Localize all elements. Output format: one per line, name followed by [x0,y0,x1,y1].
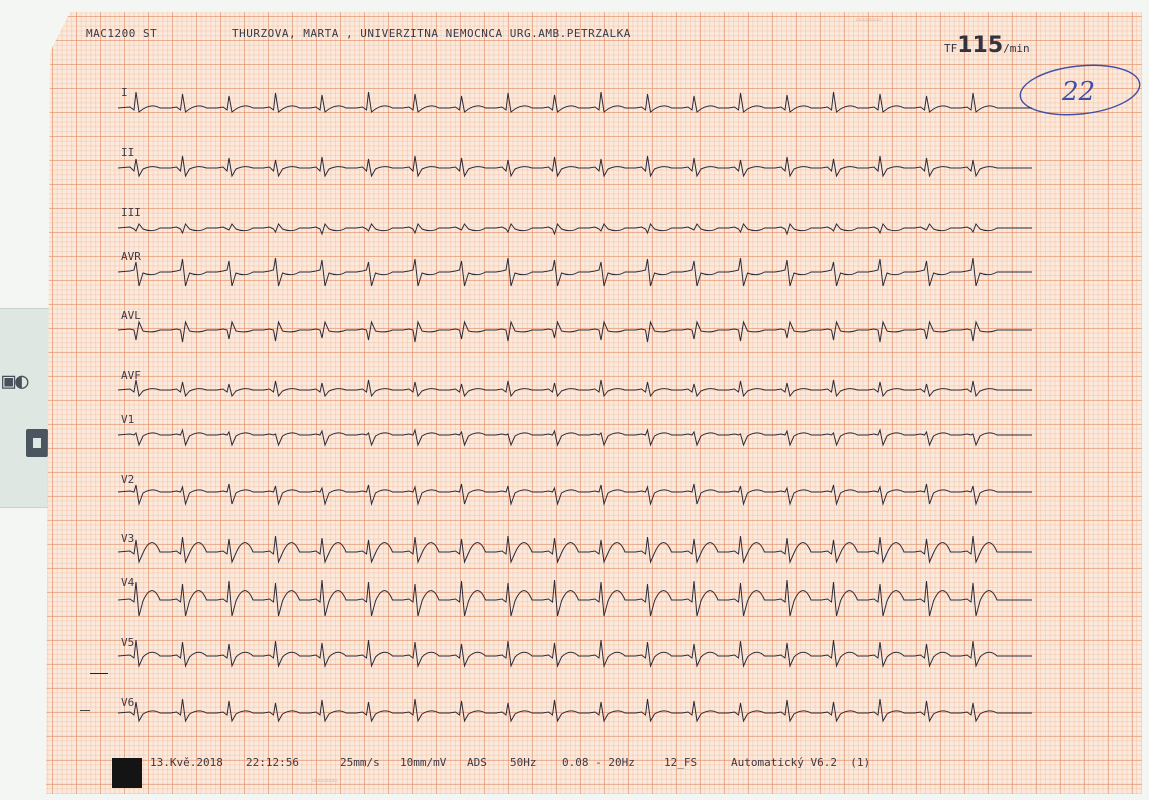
lead-format: 12_FS [664,756,698,769]
ecg-lead-trace [117,257,1032,287]
ecg-lead-trace [117,155,1032,178]
record-time: 22:12:56 [246,756,299,769]
ecg-lead-trace [117,639,1032,668]
ecg-lead-trace [117,91,1032,113]
record-date: 13.Kvě.2018 [150,756,223,769]
black-marker [112,758,142,788]
gain-setting: 10mm/mV [400,756,447,769]
analysis-program: Automatický V6.2 (1) [731,756,871,769]
ecg-lead-trace [117,379,1032,398]
ecg-lead-trace [117,535,1032,564]
ecg-lead-trace [117,579,1032,617]
ecg-lead-trace [117,320,1032,343]
margin-mark [90,673,108,674]
ecg-lead-trace [117,698,1032,723]
paper-speed: 25mm/s [340,756,380,769]
ecg-lead-trace [117,222,1032,236]
ads-label: ADS [467,756,487,769]
ecg-lead-trace [117,483,1032,506]
bandpass-filter: 0.08 - 20Hz [562,756,635,769]
ecg-lead-trace [117,428,1032,447]
margin-mark [80,710,90,711]
mains-filter: 50Hz [510,756,537,769]
ecg-traces [117,91,1032,723]
